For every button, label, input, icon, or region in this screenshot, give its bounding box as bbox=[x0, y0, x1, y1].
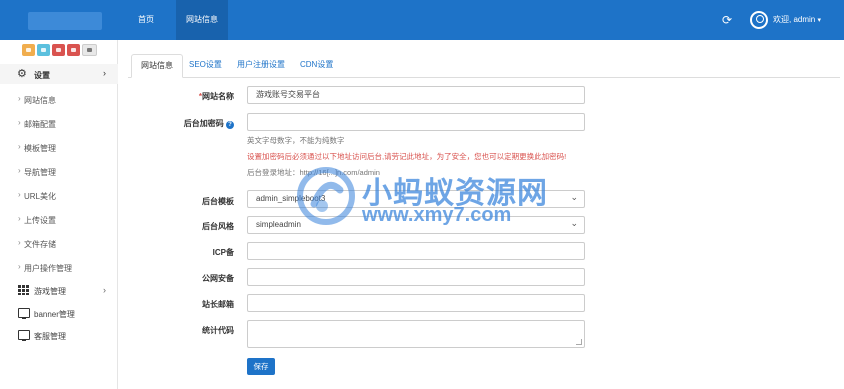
shortcut-red-icon[interactable] bbox=[67, 44, 80, 56]
admin-code-input[interactable] bbox=[247, 113, 585, 131]
admin-login-url: 后台登录地址：http://16[...]n.com/admin bbox=[247, 168, 380, 177]
help-icon[interactable]: ? bbox=[226, 121, 234, 129]
chevron-right-icon: › bbox=[103, 68, 106, 78]
sidebar-subitem-template[interactable]: 模板管理 bbox=[18, 142, 56, 154]
stats-code-label: 统计代码 bbox=[202, 326, 234, 335]
shortcut-blue-icon[interactable] bbox=[37, 44, 50, 56]
tab-seo[interactable]: SEO设置 bbox=[180, 54, 231, 78]
sidebar-item-settings[interactable]: ⚙ 设置 › bbox=[0, 64, 118, 84]
admin-code-hint: 英文字母数字，不能为纯数字 bbox=[247, 136, 345, 145]
sidebar-item-label: 客服管理 bbox=[34, 332, 66, 341]
sidebar-item-service[interactable]: 客服管理 bbox=[0, 327, 118, 345]
monitor-icon bbox=[18, 330, 30, 341]
top-navbar: 首页 网站信息 ⟳ 欢迎, admin ▾ bbox=[0, 0, 844, 40]
sidebar-item-games[interactable]: 游戏管理 › bbox=[0, 282, 118, 300]
shortcut-list-icon[interactable] bbox=[82, 44, 97, 56]
grid-icon bbox=[18, 285, 30, 295]
shortcut-red-icon[interactable] bbox=[52, 44, 65, 56]
stats-code-textarea[interactable] bbox=[247, 320, 585, 348]
site-name-input[interactable]: 游戏账号交易平台 bbox=[247, 86, 585, 104]
icp-input[interactable] bbox=[247, 242, 585, 260]
user-circle-icon[interactable] bbox=[750, 11, 768, 29]
sidebar-subitem-upload[interactable]: 上传设置 bbox=[18, 214, 56, 226]
shortcut-orange-icon[interactable] bbox=[22, 44, 35, 56]
admin-template-select[interactable]: admin_simpleboot3 bbox=[247, 189, 585, 208]
police-record-label: 公网安备 bbox=[202, 274, 234, 283]
admin-email-input[interactable] bbox=[247, 294, 585, 312]
admin-style-label: 后台风格 bbox=[202, 222, 234, 231]
gear-icon: ⚙ bbox=[17, 68, 27, 80]
sidebar: ⚙ 设置 › 网站信息 邮箱配置 模板管理 导航管理 URL美化 上传设置 文件… bbox=[0, 40, 118, 389]
caret-down-icon: ▾ bbox=[817, 17, 821, 24]
tab-cdn[interactable]: CDN设置 bbox=[291, 54, 342, 78]
sidebar-subitem-user-ops[interactable]: 用户操作管理 bbox=[18, 262, 72, 274]
sidebar-item-label: 游戏管理 bbox=[34, 287, 66, 296]
site-name-label-text: 网站名称 bbox=[202, 92, 234, 101]
tab-user-register[interactable]: 用户注册设置 bbox=[228, 54, 294, 78]
brand-logo[interactable] bbox=[28, 12, 102, 30]
sidebar-item-label: 设置 bbox=[34, 71, 50, 80]
welcome-text: 欢迎, admin bbox=[773, 15, 816, 24]
police-record-input[interactable] bbox=[247, 268, 585, 286]
chevron-right-icon: › bbox=[103, 285, 106, 295]
sidebar-subitem-nav[interactable]: 导航管理 bbox=[18, 166, 56, 178]
sidebar-subitem-site-info[interactable]: 网站信息 bbox=[18, 94, 56, 106]
admin-email-label: 站长邮箱 bbox=[202, 300, 234, 309]
site-name-label: *网站名称 bbox=[164, 91, 234, 102]
admin-code-label: 后台加密码 ? bbox=[164, 118, 234, 129]
main-content: 网站信息 SEO设置 用户注册设置 CDN设置 *网站名称 游戏账号交易平台 后… bbox=[124, 48, 844, 389]
sidebar-subitem-url[interactable]: URL美化 bbox=[18, 190, 56, 202]
monitor-icon bbox=[18, 308, 30, 319]
admin-template-label: 后台模板 bbox=[202, 197, 234, 206]
user-menu[interactable]: 欢迎, admin ▾ bbox=[773, 14, 821, 25]
sidebar-subitem-mail[interactable]: 邮箱配置 bbox=[18, 118, 56, 130]
sidebar-subitem-storage[interactable]: 文件存储 bbox=[18, 238, 56, 250]
admin-code-label-text: 后台加密码 bbox=[183, 119, 224, 128]
nav-home[interactable]: 首页 bbox=[128, 0, 164, 40]
sidebar-item-banner[interactable]: banner管理 bbox=[0, 305, 118, 323]
sidebar-item-label: banner管理 bbox=[34, 310, 75, 319]
admin-style-select[interactable]: simpleadmin bbox=[247, 215, 585, 234]
save-button[interactable]: 保存 bbox=[247, 358, 275, 375]
nav-site-info[interactable]: 网站信息 bbox=[176, 0, 228, 40]
icp-label: ICP备 bbox=[212, 248, 234, 257]
refresh-icon[interactable]: ⟳ bbox=[722, 13, 732, 27]
tab-site-info[interactable]: 网站信息 bbox=[131, 54, 183, 78]
admin-code-warning: 设置加密码后必须通过以下地址访问后台,请劳记此地址，为了安全，您也可以定期更换此… bbox=[247, 152, 567, 161]
tab-bar: 网站信息 SEO设置 用户注册设置 CDN设置 bbox=[128, 48, 840, 78]
